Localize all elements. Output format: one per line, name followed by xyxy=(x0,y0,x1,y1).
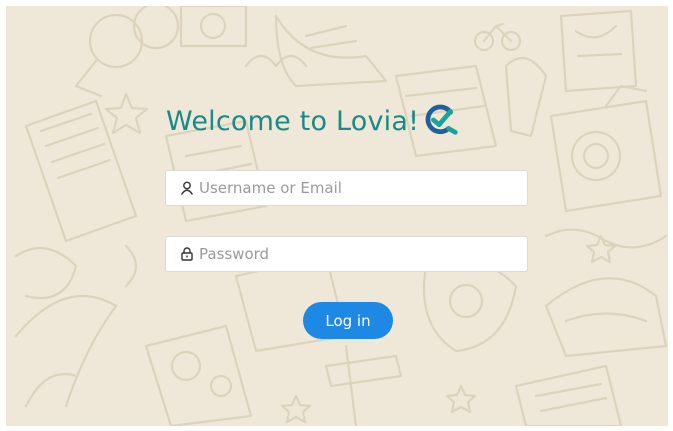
login-button[interactable]: Log in xyxy=(303,302,393,339)
welcome-heading: Welcome to Lovia! xyxy=(166,104,460,138)
lovia-check-logo-icon xyxy=(425,104,458,135)
doodle-background-pattern xyxy=(14,6,668,426)
user-icon xyxy=(180,181,194,195)
username-input[interactable] xyxy=(199,179,519,197)
page-title: Welcome to Lovia! xyxy=(166,105,420,137)
login-page: Welcome to Lovia! Log in xyxy=(6,6,668,426)
username-field[interactable] xyxy=(165,170,528,206)
lock-icon xyxy=(181,247,193,261)
password-input[interactable] xyxy=(199,245,519,263)
password-field[interactable] xyxy=(165,236,528,272)
